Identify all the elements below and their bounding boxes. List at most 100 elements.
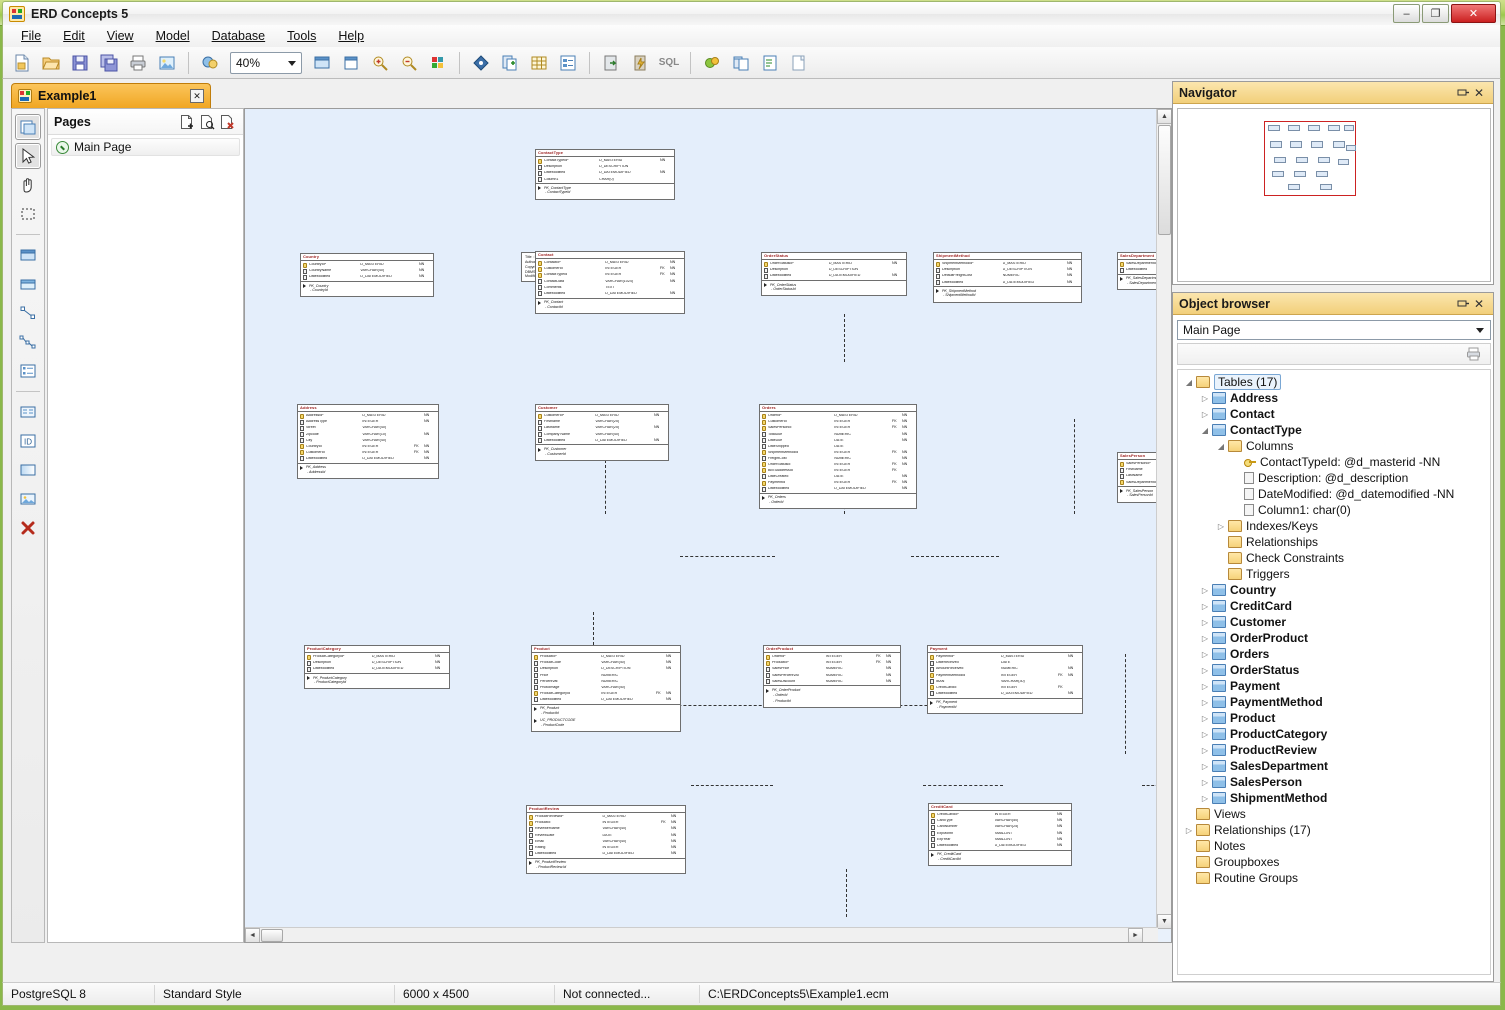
object-browser-page-select[interactable]: Main Page [1177,320,1491,340]
zoom-level-combo[interactable]: 40% [230,51,302,74]
tree-node[interactable]: ▷ ProductCategory [1178,726,1490,742]
entity-table[interactable]: OrderStatus OrderStatusId* D_MASTERID NN Des… [761,252,907,297]
close-icon[interactable]: ✕ [1471,296,1487,312]
expand-triangle-icon[interactable]: ▷ [1200,617,1210,627]
select-arrow-icon[interactable] [15,143,41,169]
tree-node[interactable]: ▷ Indexes/Keys [1178,518,1490,534]
tree-node[interactable]: Notes [1178,838,1490,854]
expand-triangle-icon[interactable]: ▷ [1200,633,1210,643]
menu-help[interactable]: Help [328,26,374,46]
tree-node[interactable]: ◢ Tables (17) [1178,374,1490,390]
tree-node[interactable]: ContactTypeId: @d_masterid -NN [1178,454,1490,470]
export-image-icon[interactable] [154,50,180,76]
close-icon[interactable]: ✕ [1471,85,1487,101]
pin-icon[interactable] [1455,296,1471,312]
entity-table[interactable]: Orders OrderId* D_MASTERID NN CustomerId INTE… [759,404,917,510]
object-browser-tree[interactable]: ◢ Tables (17) ▷ Address ▷ Contact ◢ ContactType… [1177,369,1491,975]
fit-width-icon[interactable] [338,50,364,76]
database-connect-icon[interactable] [598,50,624,76]
tree-node[interactable]: ▷ CreditCard [1178,598,1490,614]
note-icon[interactable] [15,399,41,425]
close-button[interactable]: ✕ [1451,4,1496,23]
image-icon[interactable] [15,486,41,512]
zoom-out-icon[interactable] [396,50,422,76]
expand-triangle-icon[interactable]: ▷ [1216,521,1226,531]
tree-node[interactable]: Check Constraints [1178,550,1490,566]
delete-page-icon[interactable] [217,112,237,132]
diagram-canvas[interactable]: Title : ERD Conceptss 5 - Example Model … [245,109,1171,927]
menu-tools[interactable]: Tools [277,26,326,46]
tree-node[interactable]: ▷ PaymentMethod [1178,694,1490,710]
list-object-icon[interactable] [15,358,41,384]
menu-edit[interactable]: Edit [53,26,95,46]
groupbox-icon[interactable] [15,457,41,483]
pin-icon[interactable] [1455,85,1471,101]
tree-node[interactable]: Views [1178,806,1490,822]
expand-triangle-icon[interactable]: ▷ [1200,393,1210,403]
document-tab-example1[interactable]: Example1 ✕ [11,83,211,108]
tree-node[interactable]: ▷ Contact [1178,406,1490,422]
save-icon[interactable] [67,50,93,76]
tree-node[interactable]: ▷ OrderProduct [1178,630,1490,646]
tree-node[interactable]: Description: @d_description [1178,470,1490,486]
entity-table[interactable]: OrderProduct OrderId* INTEGER FK NN ProductId… [763,645,901,708]
tree-node[interactable]: ▷ Customer [1178,614,1490,630]
entity-table[interactable]: ShipmentMethod ShipmentMethodId* D_MASTERI… [933,252,1082,303]
expand-triangle-icon[interactable]: ▷ [1200,745,1210,755]
expand-triangle-icon[interactable]: ▷ [1200,681,1210,691]
navigator-thumbnail[interactable] [1177,108,1491,282]
maximize-button[interactable]: ❐ [1422,4,1449,23]
expand-triangle-icon[interactable]: ▷ [1200,585,1210,595]
close-icon[interactable]: ✕ [190,89,204,103]
entity-table[interactable]: CreditCard CreditCardId* INTEGER NN CardType… [928,803,1072,866]
page-tool-icon[interactable] [15,114,41,140]
save-all-icon[interactable] [96,50,122,76]
relationship-line-icon[interactable] [15,300,41,326]
expand-triangle-icon[interactable]: ▷ [1200,697,1210,707]
tree-node[interactable]: ▷ Payment [1178,678,1490,694]
diagram-canvas-container[interactable]: Title : ERD Conceptss 5 - Example Model … [244,108,1172,943]
canvas-vertical-scrollbar[interactable]: ▲ ▼ [1156,109,1171,929]
expand-triangle-icon[interactable]: ▷ [1200,665,1210,675]
entity-table[interactable]: Customer CustomerId* D_MASTERID NN Firstname… [535,404,669,461]
tree-node[interactable]: ◢ Columns [1178,438,1490,454]
collapse-triangle-icon[interactable]: ◢ [1184,377,1194,387]
entity-table[interactable]: Contact ContactId* D_MASTERID NN CustomerId I… [535,251,685,314]
collapse-triangle-icon[interactable]: ◢ [1200,425,1210,435]
tree-node[interactable]: Column1: char(0) [1178,502,1490,518]
documentation-icon[interactable] [786,50,812,76]
entity-table[interactable]: Country CountryId* D_MASTERID NN CountryName… [300,253,434,298]
entity-table[interactable]: Payment PaymentId* D_MASTERID NN DateReceive… [927,645,1083,714]
print-tree-icon[interactable] [1464,344,1484,364]
entity-table[interactable]: ProductReview ProductReviewId* D_MASTERID N… [526,805,686,874]
tree-node[interactable]: ▷ SalesPerson [1178,774,1490,790]
properties-icon[interactable] [555,50,581,76]
tree-node[interactable]: ▷ ShipmentMethod [1178,790,1490,806]
scroll-right-icon[interactable]: ► [1128,928,1143,942]
page-properties-icon[interactable] [197,112,217,132]
expand-triangle-icon[interactable]: ▷ [1200,761,1210,771]
identifying-relationship-icon[interactable] [15,329,41,355]
diamond-icon[interactable] [468,50,494,76]
expand-triangle-icon[interactable]: ▷ [1200,777,1210,787]
scroll-left-icon[interactable]: ◄ [245,928,260,942]
copy-model-icon[interactable] [497,50,523,76]
expand-triangle-icon[interactable]: ▷ [1184,825,1194,835]
tree-node[interactable]: Routine Groups [1178,870,1490,886]
compare-icon[interactable] [728,50,754,76]
scroll-down-icon[interactable]: ▼ [1157,914,1171,929]
reverse-engineer-icon[interactable] [699,50,725,76]
entity-table[interactable]: ContactType ContactTypeId* D_MASTERID NN Des… [535,149,675,200]
zoom-in-icon[interactable] [367,50,393,76]
fit-page-icon[interactable] [309,50,335,76]
color-palette-icon[interactable] [425,50,451,76]
menu-file[interactable]: File [11,26,51,46]
view-table-icon[interactable] [15,271,41,297]
report-icon[interactable] [757,50,783,76]
tree-node[interactable]: ▷ SalesDepartment [1178,758,1490,774]
generate-script-icon[interactable] [627,50,653,76]
entity-table[interactable]: Address AddressId* D_MASTERID NN AddressType… [297,404,439,479]
print-icon[interactable] [125,50,151,76]
hand-pan-icon[interactable] [15,172,41,198]
list-item[interactable]: Main Page [51,138,240,156]
